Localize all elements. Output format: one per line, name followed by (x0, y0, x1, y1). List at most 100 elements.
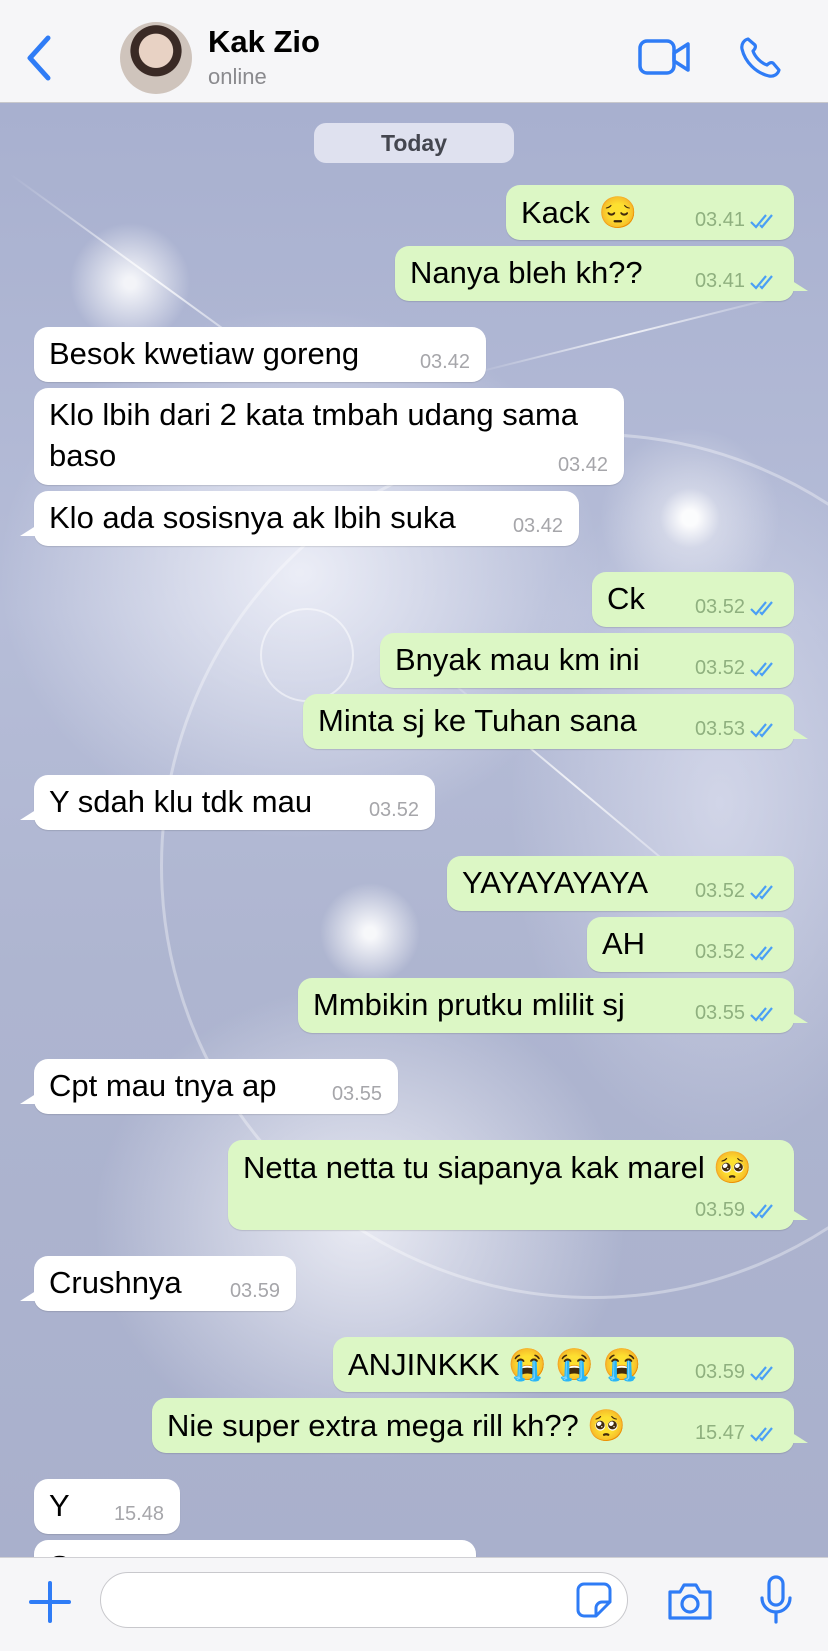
sticker-icon[interactable] (576, 1582, 612, 1618)
message-meta: 15.47 (695, 1422, 778, 1445)
message-text: Y sdah klu tdk mau (49, 784, 313, 819)
message-time: 03.52 (694, 596, 745, 618)
avatar[interactable] (120, 22, 192, 94)
message-time: 15.48 (113, 1503, 164, 1525)
message-meta: 03.53 (695, 718, 778, 741)
double-check-icon (750, 945, 773, 961)
message-meta: 03.52 (695, 596, 778, 619)
message-bubble[interactable]: Kack 😔 03.41 (506, 185, 794, 240)
message-text: Crushnya (49, 1265, 182, 1300)
message-time: 03.53 (694, 718, 745, 740)
message-bubble[interactable]: YAYAYAYAYA 03.52 (447, 856, 794, 911)
message-text: Besok kwetiaw goreng (49, 336, 360, 371)
message-bubble[interactable]: Crushnya 03.59 (20, 1256, 296, 1311)
double-check-icon (750, 722, 773, 738)
message-meta: 03.42 (558, 454, 608, 477)
message-time: 03.59 (694, 1199, 745, 1221)
message-time: 03.55 (694, 1002, 745, 1024)
date-separator: Today (314, 123, 514, 163)
message-bubble[interactable]: Sama ........ (34, 1540, 476, 1557)
message-time: 03.41 (694, 270, 745, 292)
message-meta: 03.52 (695, 941, 778, 964)
double-check-icon (750, 1006, 773, 1022)
message-time: 03.59 (694, 1361, 745, 1383)
message-bubble[interactable]: Besok kwetiaw goreng 03.42 (34, 327, 486, 382)
message-bubble[interactable]: Klo ada sosisnya ak lbih suka 03.42 (20, 491, 579, 546)
message-time: 03.42 (512, 515, 563, 537)
microphone-icon[interactable] (758, 1574, 794, 1626)
contact-name[interactable]: Kak Zio (208, 24, 320, 60)
message-bubble[interactable]: Klo lbih dari 2 kata tmbah udang sama ba… (34, 388, 624, 485)
message-text: baso (49, 438, 117, 473)
wallpaper-streak (469, 293, 791, 375)
phone-icon[interactable] (738, 36, 782, 80)
message-bubble[interactable]: Mmbikin prutku mlilit sj 03.55 (298, 978, 808, 1033)
message-time: 03.41 (694, 209, 745, 231)
chat-header: Kak Zio online (0, 0, 828, 103)
message-text: Nanya bleh kh?? (410, 255, 643, 290)
message-meta: 03.59 (695, 1199, 778, 1222)
message-text: Klo lbih dari 2 kata tmbah udang sama (49, 397, 579, 432)
double-check-icon (750, 600, 773, 616)
message-time: 03.42 (557, 454, 608, 476)
message-meta: 03.41 (695, 270, 778, 293)
message-bubble[interactable]: AH 03.52 (587, 917, 794, 972)
message-meta: 03.59 (230, 1280, 280, 1303)
contact-status: online (208, 64, 267, 89)
wallpaper-ring (260, 608, 354, 702)
message-bubble[interactable]: Y sdah klu tdk mau 03.52 (20, 775, 435, 830)
message-text: Kack 😔 (521, 195, 638, 230)
message-bubble[interactable]: Bnyak mau km ini 03.52 (380, 633, 794, 688)
message-bubble[interactable]: Nie super extra mega rill kh?? 🥺 15.47 (152, 1398, 808, 1453)
video-camera-icon[interactable] (638, 38, 690, 76)
message-meta: 03.52 (369, 799, 419, 822)
message-text: Bnyak mau km ini (395, 642, 640, 677)
message-text: Klo ada sosisnya ak lbih suka (49, 500, 456, 535)
message-bubble[interactable]: Y 15.48 (34, 1479, 180, 1534)
message-text: Minta sj ke Tuhan sana (318, 703, 637, 738)
message-time: 03.59 (229, 1280, 280, 1302)
message-bubble[interactable]: Ck 03.52 (592, 572, 794, 627)
double-check-icon (750, 274, 773, 290)
message-meta: 03.55 (332, 1083, 382, 1106)
message-meta: 15.48 (114, 1503, 164, 1526)
double-check-icon (750, 1426, 773, 1442)
message-time: 15.47 (694, 1422, 745, 1444)
message-bubble[interactable]: Cpt mau tnya ap 03.55 (20, 1059, 398, 1114)
message-text: AH (602, 926, 646, 961)
message-input[interactable] (100, 1572, 628, 1628)
message-meta: 03.52 (695, 880, 778, 903)
message-text: Mmbikin prutku mlilit sj (313, 987, 625, 1022)
message-text: Cpt mau tnya ap (49, 1068, 277, 1103)
message-time: 03.42 (419, 351, 470, 373)
message-meta: 03.42 (513, 515, 563, 538)
message-text: Ck (607, 581, 645, 616)
message-text: Nie super extra mega rill kh?? 🥺 (167, 1408, 627, 1443)
message-meta: 03.55 (695, 1002, 778, 1025)
camera-icon[interactable] (666, 1580, 714, 1622)
double-check-icon (750, 1203, 773, 1219)
message-bubble[interactable]: Minta sj ke Tuhan sana 03.53 (303, 694, 808, 749)
message-time: 03.52 (694, 941, 745, 963)
message-text: Y (49, 1488, 70, 1523)
message-bubble[interactable]: ANJINKKK 😭 😭 😭 03.59 (333, 1337, 794, 1392)
message-bubble[interactable]: Nanya bleh kh?? 03.41 (395, 246, 808, 301)
message-meta: 03.41 (695, 209, 778, 232)
chevron-left-icon[interactable] (22, 34, 58, 82)
message-text: ANJINKKK 😭 😭 😭 (348, 1347, 642, 1382)
chat-area[interactable]: Today Kack 😔 03.41 Nanya bleh kh?? 03.41… (0, 103, 828, 1557)
input-bar (0, 1557, 828, 1651)
message-time: 03.52 (694, 657, 745, 679)
message-text: Netta netta tu siapanya kak marel 🥺 (243, 1150, 753, 1185)
plus-icon[interactable] (28, 1580, 72, 1624)
message-time: 03.52 (694, 880, 745, 902)
double-check-icon (750, 661, 773, 677)
message-bubble[interactable]: Netta netta tu siapanya kak marel 🥺 03.5… (228, 1140, 808, 1230)
double-check-icon (750, 1365, 773, 1381)
double-check-icon (750, 884, 773, 900)
message-time: 03.55 (331, 1083, 382, 1105)
message-meta: 03.52 (695, 657, 778, 680)
message-time: 03.52 (368, 799, 419, 821)
message-text: Sama ........ (49, 1549, 208, 1557)
message-meta: 03.59 (695, 1361, 778, 1384)
